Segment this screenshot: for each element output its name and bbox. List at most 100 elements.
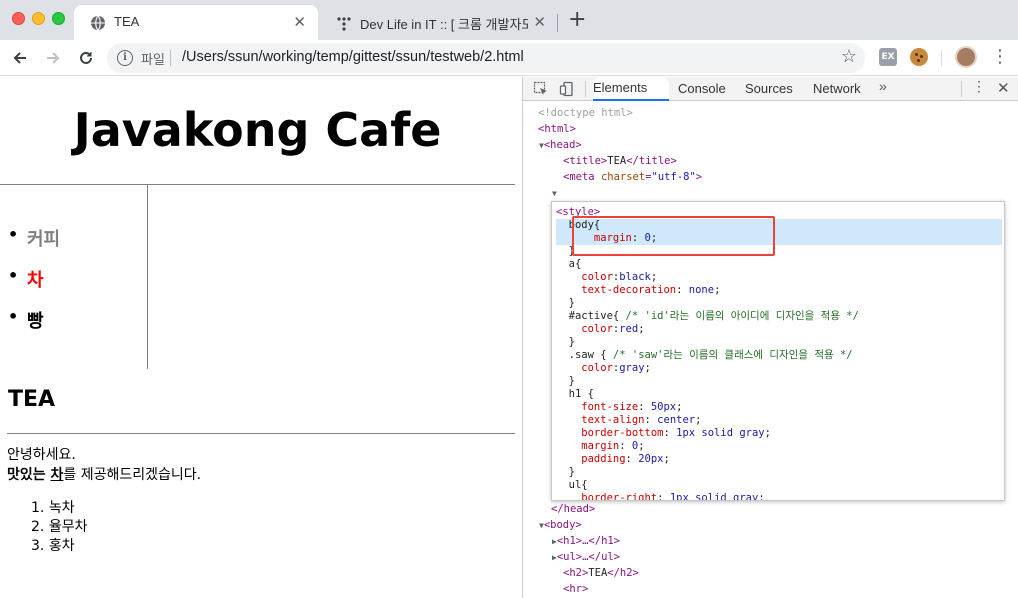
devtools-tabbar: Elements Console Sources Network » ⋮ ✕ (523, 77, 1018, 101)
style-line: #active{ /* 'id'라는 이름의 아이디에 디자인을 적용 */ (556, 310, 859, 322)
tea-list: 1. 녹차 2. 율무차 3. 홍차 (31, 499, 87, 556)
tab-close-icon[interactable]: ✕ (533, 13, 546, 31)
tab-divider (557, 14, 558, 32)
bookmark-star-icon[interactable]: ☆ (841, 46, 857, 67)
page-viewport: Javakong Cafe 커피 차 빵 TEA 안녕하세요. 맛있는 차를 제… (0, 77, 522, 598)
dom-node[interactable]: <meta charset="utf-8"> (563, 169, 702, 185)
kebab-menu-icon[interactable]: ⋮ (991, 46, 1009, 67)
ex-extension-icon[interactable]: EX (879, 48, 897, 66)
profile-avatar[interactable] (955, 46, 977, 68)
section-heading: TEA (8, 387, 56, 412)
tab-strip: TEA ✕ Dev Life in IT :: [ 크롬 개발자도구 ✕ + (0, 0, 1018, 40)
dom-node[interactable]: <title>TEA</title> (563, 153, 677, 169)
style-line: border-bottom: 1px solid gray; (556, 427, 771, 439)
style-source-popup[interactable]: <style> body{ margin: 0; } a{ color:blac… (551, 201, 1005, 501)
page-heading: Javakong Cafe (0, 77, 515, 185)
devtools-menu-icon[interactable]: ⋮ (972, 78, 986, 95)
list-item: 1. 녹차 (31, 499, 87, 518)
dom-node[interactable]: ▶<ul>…</ul> (552, 549, 620, 565)
tab-title: TEA (114, 14, 140, 29)
dom-node[interactable]: <hr> (563, 581, 588, 597)
intro-paragraph: 안녕하세요. 맛있는 차를 제공해드리겠습니다. (7, 445, 201, 485)
tab-title: Dev Life in IT :: [ 크롬 개발자도구 (360, 17, 528, 32)
description-text: 맛있는 차를 제공해드리겠습니다. (7, 465, 201, 485)
style-line: .saw { /* 'saw'라는 이름의 클래스에 디자인을 적용 */ (556, 349, 853, 361)
dom-node-body[interactable]: ▼<body> (539, 517, 582, 533)
list-item-label: 율무차 (48, 519, 88, 535)
cookie-icon[interactable] (910, 48, 928, 66)
address-bar[interactable]: i 파일 /Users/ssun/working/temp/gittest/ss… (107, 43, 865, 73)
url-text[interactable]: /Users/ssun/working/temp/gittest/ssun/te… (182, 49, 524, 65)
window-close-button[interactable] (12, 12, 25, 25)
annotation-highlight-box (572, 216, 775, 256)
reload-icon[interactable] (74, 46, 98, 70)
dom-node-head[interactable]: ▼<head> (539, 137, 582, 153)
dom-tag: <body> (543, 519, 582, 531)
tistory-icon (337, 17, 351, 31)
toolbar-divider (941, 50, 942, 66)
list-marker: 1. (31, 500, 45, 516)
globe-icon (91, 15, 105, 31)
tab-elements[interactable]: Elements (593, 77, 669, 101)
tab-tea[interactable]: TEA ✕ (74, 5, 318, 40)
style-line: } (556, 297, 575, 309)
tab-network[interactable]: Network (813, 77, 861, 101)
nav-item-bread: 빵 (8, 307, 44, 333)
scheme-label: 파일 (141, 53, 165, 68)
back-arrow-icon[interactable] (8, 46, 32, 70)
collapse-triangle-icon[interactable]: ▼ (552, 185, 557, 201)
style-line: padding: 20px; (556, 453, 670, 465)
dom-node[interactable]: <h2>TEA</h2> (563, 565, 639, 581)
inspect-element-icon[interactable] (533, 81, 549, 97)
window-maximize-button[interactable] (52, 12, 65, 25)
style-line: } (556, 336, 575, 348)
tab-dev-life[interactable]: Dev Life in IT :: [ 크롬 개발자도구 ✕ (320, 5, 558, 40)
style-line: color:red; (556, 323, 645, 335)
tea-link[interactable]: 차 (51, 467, 64, 483)
devtools-panel: Elements Console Sources Network » ⋮ ✕ <… (522, 77, 1018, 598)
nav-link-bread[interactable]: 빵 (27, 311, 44, 332)
style-line: h1 { (556, 388, 594, 400)
list-item-label: 홍차 (48, 538, 75, 554)
nav-item-tea: 차 (8, 266, 44, 292)
style-line: } (556, 375, 575, 387)
tab-console[interactable]: Console (678, 77, 726, 101)
nav-link-coffee[interactable]: 커피 (27, 229, 60, 250)
nav-link-tea[interactable]: 차 (27, 270, 44, 291)
list-marker: 3. (31, 538, 45, 554)
dom-tag: <h1>…</h1> (556, 535, 621, 547)
new-tab-button[interactable]: + (568, 9, 586, 31)
style-line: color:black; (556, 271, 658, 283)
style-line: ul{ (556, 479, 588, 491)
style-line: font-size: 50px; (556, 401, 683, 413)
greeting-text: 안녕하세요. (7, 447, 76, 463)
window-minimize-button[interactable] (32, 12, 45, 25)
forward-arrow-icon[interactable] (41, 46, 65, 70)
omnibox-divider (170, 50, 171, 66)
device-toolbar-icon[interactable] (559, 81, 575, 97)
dom-node[interactable]: </head> (551, 501, 595, 517)
dom-node[interactable]: ▶<h1>…</h1> (552, 533, 620, 549)
style-line: margin: 0; (556, 440, 645, 452)
dom-node[interactable]: <html> (538, 121, 576, 137)
style-line: } (556, 466, 575, 478)
tab-sources[interactable]: Sources (745, 77, 793, 101)
list-marker: 2. (31, 519, 45, 535)
browser-toolbar: i 파일 /Users/ssun/working/temp/gittest/ss… (0, 40, 1018, 76)
description-rest: 를 제공해드리겠습니다. (63, 467, 202, 483)
dom-node[interactable]: <!doctype html> (538, 105, 633, 121)
list-item-label: 녹차 (48, 500, 75, 516)
style-line: text-decoration: none; (556, 284, 721, 296)
more-tabs-icon[interactable]: » (879, 78, 887, 94)
dom-tag: <head> (543, 139, 582, 151)
tab-divider (961, 81, 962, 97)
dom-tag: <ul>…</ul> (556, 551, 621, 563)
style-line: text-align: center; (556, 414, 702, 426)
list-item: 2. 율무차 (31, 518, 87, 537)
tab-close-icon[interactable]: ✕ (293, 13, 306, 31)
style-line: a{ (556, 258, 582, 270)
info-icon[interactable]: i (117, 50, 133, 66)
style-line: border-right: 1px solid gray; (556, 492, 765, 501)
bold-text: 맛있는 (7, 467, 51, 483)
devtools-close-icon[interactable]: ✕ (997, 79, 1010, 97)
